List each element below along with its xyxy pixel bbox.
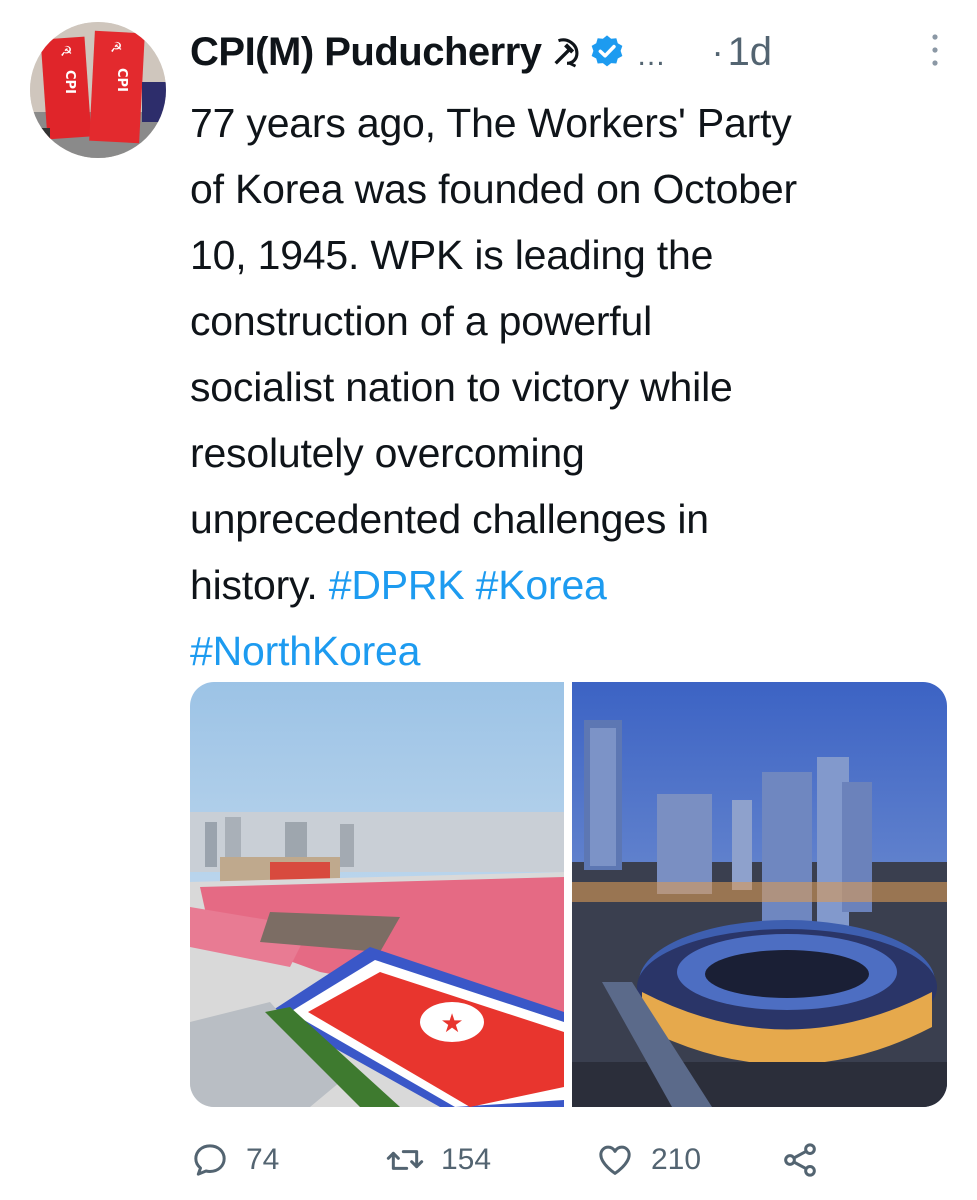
- speech-bubble-icon: [194, 1144, 226, 1176]
- svg-text:☭: ☭: [60, 44, 73, 60]
- heart-outline-icon: [599, 1145, 631, 1175]
- reply-button[interactable]: 74: [190, 1135, 279, 1185]
- share-button[interactable]: [780, 1135, 820, 1185]
- tweet-text-line: of Korea was founded on October: [190, 166, 797, 212]
- city-night-photo[interactable]: [572, 682, 947, 1107]
- tweet-timestamp[interactable]: 1d: [728, 30, 773, 75]
- hashtag-northkorea[interactable]: #NorthKorea: [190, 628, 420, 674]
- tweet-text-line: history.: [190, 562, 318, 608]
- tweet-media-grid: ★: [190, 682, 947, 1107]
- tweet-actions: 74 154 210: [190, 1135, 890, 1185]
- like-button[interactable]: 210: [595, 1135, 701, 1185]
- tweet-text-line: unprecedented challenges in: [190, 496, 709, 542]
- tweet-text-line: 77 years ago, The Workers' Party: [190, 100, 792, 146]
- author-name[interactable]: CPI(M) Puducherry: [190, 30, 542, 75]
- svg-text:CPI: CPI: [62, 70, 77, 94]
- retweet-button[interactable]: 154: [385, 1135, 491, 1185]
- verified-badge-icon: [591, 35, 622, 67]
- hammer-sickle-icon: [554, 38, 579, 68]
- avatar-image: ☭ ☭ CPI CPI: [30, 22, 166, 158]
- tweet-text: 77 years ago, The Workers' Party of Kore…: [190, 90, 950, 684]
- truncated-name-ellipsis: ...: [637, 39, 666, 72]
- parade-photo[interactable]: ★: [190, 682, 564, 1107]
- tweet-text-line: socialist nation to victory while: [190, 364, 733, 410]
- svg-text:☭: ☭: [110, 40, 123, 56]
- like-count: 210: [651, 1143, 702, 1176]
- svg-text:★: ★: [440, 1009, 463, 1039]
- separator-dot: ·: [711, 31, 724, 72]
- retweet-arrows-icon: [386, 1150, 424, 1170]
- avatar[interactable]: ☭ ☭ CPI CPI: [30, 22, 166, 158]
- share-nodes-icon: [784, 1143, 816, 1177]
- more-options-icon[interactable]: [930, 32, 940, 68]
- reply-count: 74: [246, 1143, 280, 1176]
- tweet-text-line: resolutely overcoming: [190, 430, 585, 476]
- hashtag-korea[interactable]: #Korea: [476, 562, 607, 608]
- tweet-header: CPI(M) Puducherry ... · 1d: [190, 22, 940, 82]
- tweet-text-line: construction of a powerful: [190, 298, 652, 344]
- svg-text:CPI: CPI: [114, 68, 129, 92]
- hashtag-dprk[interactable]: #DPRK: [329, 562, 465, 608]
- tweet-text-line: 10, 1945. WPK is leading the: [190, 232, 714, 278]
- retweet-count: 154: [441, 1143, 492, 1176]
